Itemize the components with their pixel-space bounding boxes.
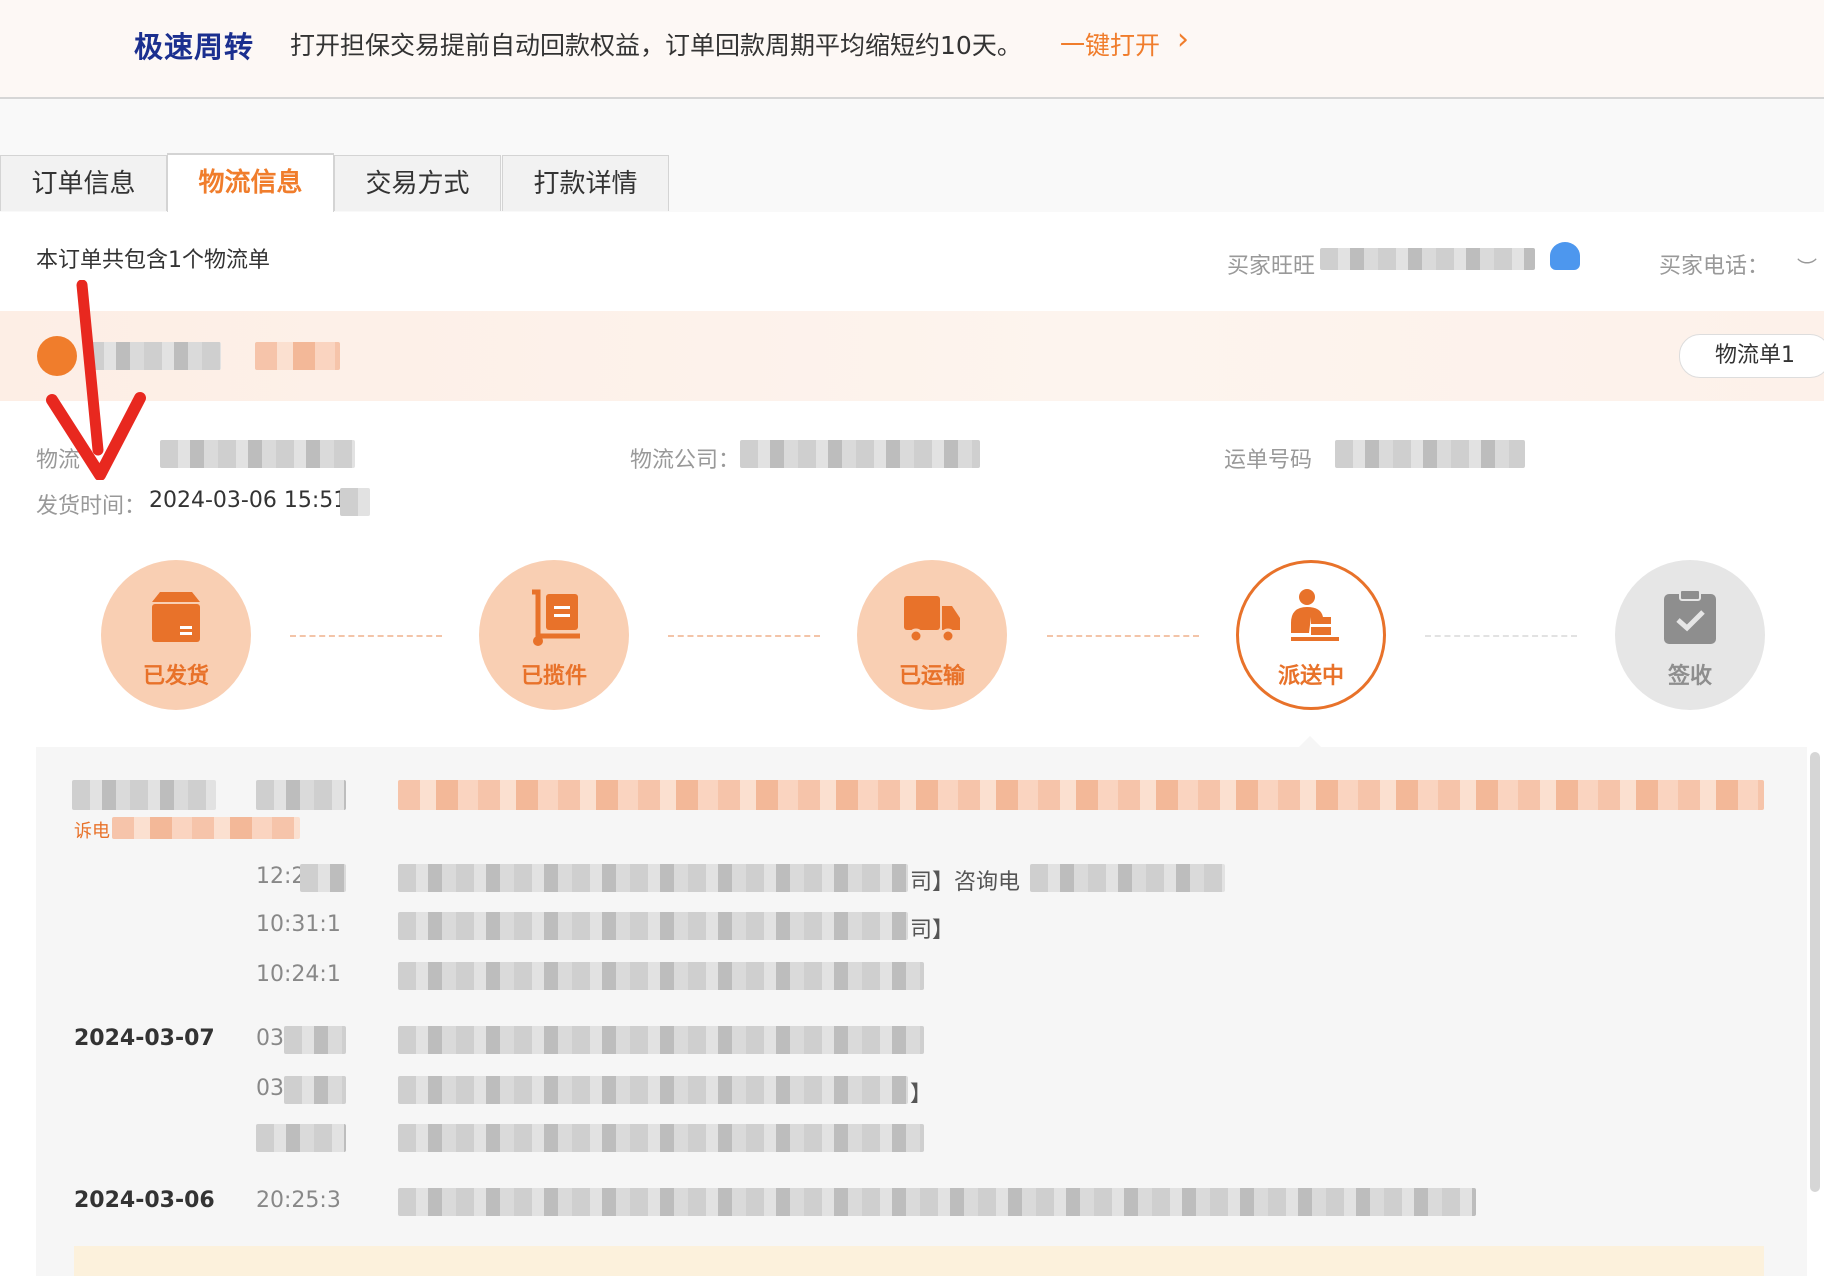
banner-open-link[interactable]: 一键打开 (1060, 26, 1160, 62)
step-delivering: 派送中 (1236, 560, 1386, 710)
ship-time-label: 发货时间： (36, 494, 147, 519)
tracking-desc-redacted (398, 864, 908, 892)
box-icon (152, 592, 200, 642)
tracking-time: 03 (256, 1026, 284, 1051)
tracking-sub-redacted (112, 817, 300, 839)
step-connector (1047, 635, 1199, 637)
status-subtext-redacted (255, 342, 340, 370)
order-tabs: 订单信息 物流信息 交易方式 打款详情 (0, 153, 1824, 214)
ship-time-seconds-redacted (340, 488, 370, 516)
tracking-desc-redacted (398, 1188, 1476, 1216)
company-value-redacted (740, 440, 980, 468)
step-label: 已运输 (898, 664, 965, 689)
step-picked-up: 已揽件 (479, 560, 629, 710)
tab-order-info[interactable]: 订单信息 (0, 155, 167, 211)
eye-closed-icon[interactable]: ︶ (1797, 252, 1817, 281)
tracking-desc-redacted (398, 1026, 924, 1054)
tab-trade-method[interactable]: 交易方式 (334, 155, 501, 211)
courier-icon (1291, 589, 1339, 641)
buyer-wangwang-label: 买家旺旺 (1227, 254, 1316, 279)
tracking-time: 03 (256, 1076, 284, 1101)
waybill-1-button[interactable]: 物流单1 (1679, 334, 1824, 378)
step-connector (668, 635, 820, 637)
step-connector (1425, 635, 1577, 637)
hand-truck-icon (532, 589, 580, 646)
promo-banner: 极速周转 打开担保交易提前自动回款权益，订单回款周期平均缩短约10天。 一键打开… (0, 0, 1824, 99)
tracking-desc-redacted (398, 962, 924, 990)
tracking-sub-label: 诉电 (74, 821, 110, 842)
tracking-time-redacted (300, 864, 346, 892)
company-label: 物流公司： (630, 448, 741, 473)
step-label: 签收 (1667, 664, 1712, 689)
step-signed: 签收 (1615, 560, 1765, 710)
tracking-time: 10:24:1 (256, 962, 341, 987)
ship-time-value: 2024-03-06 15:51: (149, 488, 355, 513)
tracking-desc-tail: 司】 (910, 918, 955, 943)
tracking-time-redacted (256, 780, 346, 810)
tracking-time-redacted (256, 1124, 346, 1152)
step-connector (290, 635, 442, 637)
tracking-desc-latest-redacted (398, 780, 1764, 810)
tracking-desc-tail: 】 (910, 1082, 933, 1107)
banner-brand-logo: 极速周转 (134, 30, 255, 64)
step-label: 已揽件 (520, 664, 587, 689)
clipboard-check-icon (1664, 589, 1716, 644)
tab-logistics-info[interactable]: 物流信息 (167, 153, 334, 212)
tracking-time-redacted (284, 1076, 346, 1104)
waybill-summary: 本订单共包含1个物流单 (36, 248, 270, 273)
tracking-highlight-row (74, 1246, 1764, 1276)
buyer-phone-label: 买家电话： (1659, 254, 1770, 279)
tracking-number-value-redacted[interactable] (1335, 440, 1525, 468)
waybill-status-bar: 物流单1 (0, 311, 1824, 401)
tracking-number-label: 运单号码 (1224, 448, 1313, 473)
wangwang-chat-icon[interactable] (1550, 242, 1580, 270)
logistics-panel: 本订单共包含1个物流单 买家旺旺 买家电话： ︶ 物流单1 物流 物流公司： 运… (0, 212, 1824, 1276)
banner-text: 打开担保交易提前自动回款权益，订单回款周期平均缩短约10天。 (290, 31, 1022, 60)
truck-icon (904, 596, 960, 644)
step-label: 派送中 (1277, 664, 1344, 689)
tab-payment-details[interactable]: 打款详情 (502, 155, 669, 211)
chevron-right-icon[interactable]: › (1177, 22, 1189, 57)
tracking-time-redacted (284, 1026, 346, 1054)
step-label: 已发货 (142, 664, 209, 689)
tracking-date: 2024-03-06 (74, 1188, 215, 1213)
tracking-time: 12:2 (256, 864, 306, 889)
tracking-phone-redacted (1030, 864, 1225, 892)
tracking-time: 10:31:1 (256, 912, 341, 937)
tracking-desc-redacted (398, 912, 908, 940)
buyer-wangwang-value-redacted (1320, 248, 1535, 270)
tracking-desc-redacted (398, 1076, 908, 1104)
step-in-transit: 已运输 (857, 560, 1007, 710)
logistics-value-redacted (160, 440, 355, 468)
red-arrow-annotation (46, 280, 146, 480)
tracking-time: 20:25:3 (256, 1188, 341, 1213)
step-shipped: 已发货 (101, 560, 251, 710)
tracking-date: 2024-03-07 (74, 1026, 215, 1051)
tracking-scrollbar[interactable] (1810, 752, 1820, 1192)
tracking-date-redacted (72, 780, 216, 810)
tracking-desc-redacted (398, 1124, 924, 1152)
tracking-desc-tail: 司】咨询电 (910, 870, 1021, 895)
